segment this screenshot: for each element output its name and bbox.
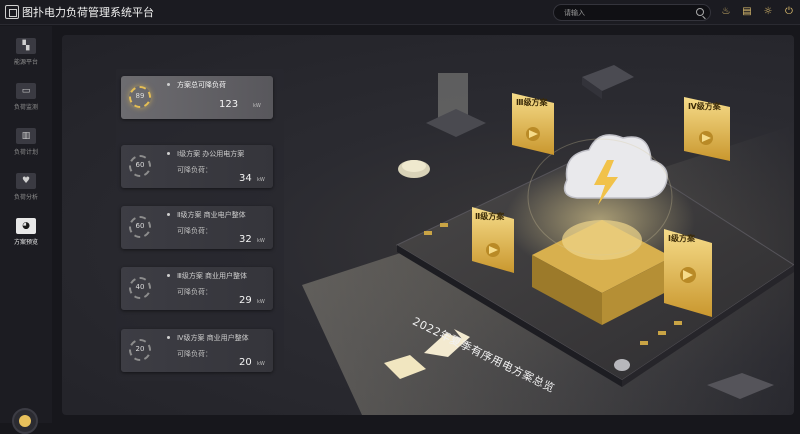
card-title: Ⅳ级方案 商业用户整体 (177, 334, 249, 342)
heart-icon: ♥ (16, 173, 36, 189)
plan-label-2: Ⅱ级方案 (475, 212, 505, 221)
sidebar-item-monitor[interactable]: ▭ 负荷监测 (4, 79, 48, 117)
small-orb (614, 359, 630, 371)
card-title: Ⅲ级方案 商业用户整体 (177, 272, 248, 280)
plan-label-1: Ⅰ级方案 (668, 234, 695, 243)
sidebar-item-label: 负荷分析 (13, 194, 38, 201)
tile (640, 341, 648, 345)
sidebar-item-preview[interactable]: ◕ 方案预览 (4, 214, 48, 252)
gauge-ring: 89 (129, 86, 151, 108)
plan-card-1[interactable]: 60 Ⅰ级方案 办公用电方案 可降负荷： 34 kW (121, 145, 273, 188)
chart-icon: ▥ (16, 128, 36, 144)
card-title: Ⅰ级方案 办公用电方案 (177, 150, 245, 158)
search-input[interactable] (564, 6, 684, 19)
card-subtitle: 可降负荷： (177, 166, 212, 174)
card-unit: kW (257, 238, 265, 244)
plan-label-3: Ⅲ级方案 (516, 98, 548, 107)
sidebar-item-label: 负荷监测 (13, 104, 38, 111)
monitor-icon: ▭ (16, 83, 36, 99)
logo-icon (5, 5, 19, 19)
sidebar: ▚ 能源平台 ▭ 负荷监测 ▥ 负荷计划 ♥ 负荷分析 ◕ 方案预览 (0, 26, 52, 434)
power-icon[interactable]: ⏻ (782, 5, 796, 19)
map-icon: ▚ (16, 38, 36, 54)
bullet-dot (167, 152, 170, 155)
calendar-icon[interactable]: ▤ (740, 5, 754, 19)
card-title: Ⅱ级方案 商业电户整体 (177, 211, 246, 219)
plan-card-4[interactable]: 20 Ⅳ级方案 商业用户整体 可降负荷： 20 kW (121, 329, 273, 372)
tile (658, 331, 666, 335)
card-value: 20 (239, 357, 252, 368)
app-title: 图扑电力负荷管理系统平台 (22, 6, 154, 19)
bullet-dot (167, 83, 170, 86)
sidebar-item-label: 负荷计划 (13, 149, 38, 156)
main-panel: Ⅲ级方案 Ⅳ级方案 Ⅱ级方案 Ⅰ级方案 2022年夏季有序用电方案总览 89 方… (62, 35, 794, 415)
avatar[interactable] (12, 408, 38, 434)
bullet-dot (167, 336, 170, 339)
gauge-ring: 60 (129, 216, 151, 238)
sidebar-item-label: 能源平台 (13, 59, 38, 66)
cloud-icon (563, 134, 668, 199)
card-subtitle: 可降负荷： (177, 350, 212, 358)
plan-card-2[interactable]: 60 Ⅱ级方案 商业电户整体 可降负荷： 32 kW (121, 206, 273, 249)
tile (674, 321, 682, 325)
top-bar: 图扑电力负荷管理系统平台 ♨ ▤ ☼ ⏻ (0, 0, 800, 25)
tile (440, 223, 448, 227)
plan-card-3[interactable]: 40 Ⅲ级方案 商业用户整体 可降负荷： 29 kW (121, 267, 273, 310)
sidebar-item-label: 方案预览 (13, 239, 38, 246)
sidebar-item-energy[interactable]: ▚ 能源平台 (4, 34, 48, 72)
card-unit: kW (257, 177, 265, 183)
bulb-icon[interactable]: ☼ (761, 5, 775, 19)
gauge-ring: 20 (129, 339, 151, 361)
card-value: 29 (239, 295, 252, 306)
bell-icon[interactable]: ♨ (719, 5, 733, 19)
glass-box (426, 73, 486, 137)
card-unit: kW (257, 299, 265, 305)
card-value: 32 (239, 234, 252, 245)
plan-card-total[interactable]: 89 方案总可降负荷 123 kW (121, 76, 273, 119)
tile (424, 231, 432, 235)
pie-icon: ◕ (16, 218, 36, 234)
card-value: 123 (219, 99, 239, 110)
card-subtitle: 可降负荷： (177, 288, 212, 296)
card-title: 方案总可降负荷 (177, 81, 226, 89)
sidebar-item-analysis[interactable]: ♥ 负荷分析 (4, 169, 48, 207)
card-value: 34 (239, 173, 252, 184)
search-icon[interactable] (696, 8, 704, 16)
sidebar-item-plan[interactable]: ▥ 负荷计划 (4, 124, 48, 162)
plan-label-4: Ⅳ级方案 (688, 102, 721, 111)
gauge-ring: 60 (129, 155, 151, 177)
bullet-dot (167, 274, 170, 277)
pedestal-disc (562, 220, 642, 260)
card-subtitle: 可降负荷： (177, 227, 212, 235)
gauge-ring: 40 (129, 277, 151, 299)
card-unit: kW (257, 361, 265, 367)
search-box[interactable] (553, 4, 711, 21)
card-unit: kW (253, 103, 261, 109)
bullet-dot (167, 213, 170, 216)
